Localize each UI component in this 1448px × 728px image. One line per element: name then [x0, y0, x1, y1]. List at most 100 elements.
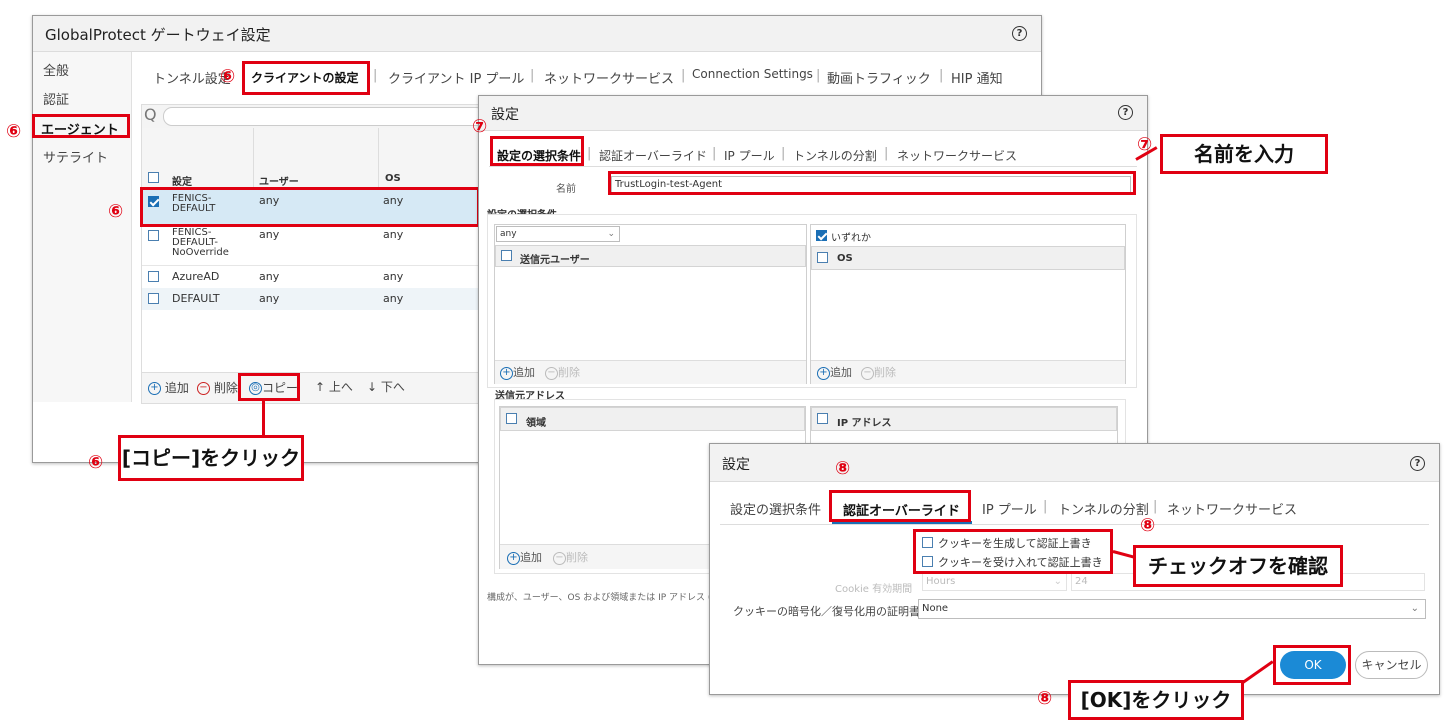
row-user: any	[259, 228, 280, 241]
tab-hip-notification[interactable]: HIP 通知	[951, 68, 1003, 87]
row-name: DEFAULT	[172, 292, 220, 305]
dialog-header: 設定 ?	[710, 444, 1439, 482]
os-header	[811, 246, 1125, 270]
col-divider	[378, 128, 379, 188]
tab-connection-settings[interactable]: Connection Settings	[692, 67, 813, 81]
highlight-selected-row	[140, 187, 480, 227]
tab-selection-criteria[interactable]: 設定の選択条件	[730, 499, 821, 518]
add-label: 追加	[164, 381, 189, 395]
dialog-title: 設定	[491, 107, 519, 123]
user-dropdown[interactable]: any ⌄	[496, 226, 620, 242]
tab-ip-pool[interactable]: IP プール	[724, 147, 775, 164]
add-button[interactable]: + 追加	[148, 379, 189, 396]
add-region-button[interactable]: + 追加	[507, 549, 542, 565]
dialog-header: 設定 ?	[479, 96, 1147, 131]
tab-network-services[interactable]: ネットワークサービス	[1167, 499, 1297, 518]
add-icon: +	[507, 551, 520, 565]
delete-region-button: − 削除	[553, 549, 588, 565]
sidebar-item-satellite[interactable]: サテライト	[43, 147, 108, 166]
row-checkbox[interactable]	[148, 230, 159, 241]
cert-dropdown-value: None	[922, 603, 949, 614]
user-dropdown-value: any	[500, 229, 517, 239]
add-label: 追加	[830, 366, 852, 379]
add-label: 追加	[513, 366, 535, 379]
source-user-checkbox[interactable]	[501, 250, 512, 261]
delete-button[interactable]: − 削除	[197, 379, 238, 396]
search-input[interactable]	[163, 107, 485, 126]
step-number: ⑥	[6, 121, 22, 142]
add-icon: +	[817, 366, 830, 380]
tab-ip-pool[interactable]: IP プール	[982, 499, 1037, 518]
tab-client-ip-pool[interactable]: クライアント IP プール	[388, 68, 524, 87]
os-col: OS	[837, 253, 853, 264]
chevron-down-icon: ⌄	[1410, 603, 1419, 614]
add-icon: +	[148, 382, 161, 395]
sidebar-item-auth[interactable]: 認証	[43, 89, 69, 108]
ip-checkbox[interactable]	[817, 413, 828, 424]
delete-icon: −	[545, 366, 558, 380]
select-all-checkbox[interactable]	[148, 172, 159, 183]
help-icon[interactable]: ?	[1410, 456, 1425, 471]
callout-copy-click: [コピー]をクリック	[118, 435, 304, 481]
highlight-selection-tab	[490, 136, 584, 166]
tab-auth-override[interactable]: 認証オーバーライド	[599, 147, 707, 164]
row-checkbox[interactable]	[148, 271, 159, 282]
highlight-ok-button	[1273, 645, 1351, 685]
any-checkbox[interactable]	[816, 230, 827, 241]
delete-label: 削除	[558, 366, 580, 379]
ip-col: IP アドレス	[837, 418, 892, 429]
add-user-button[interactable]: + 追加	[500, 364, 535, 380]
delete-user-button: − 削除	[545, 364, 580, 380]
source-user-footer	[495, 360, 806, 384]
tab-network-services[interactable]: ネットワークサービス	[897, 147, 1017, 164]
table-footer	[142, 372, 482, 403]
os-footer	[811, 360, 1125, 384]
highlight-copy-button	[238, 373, 300, 401]
move-up-button[interactable]: ↑ 上へ	[315, 378, 353, 395]
move-down-button[interactable]: ↓ 下へ	[367, 378, 405, 395]
callout-ok-click: [OK]をクリック	[1068, 680, 1244, 720]
source-user-col: 送信元ユーザー	[520, 255, 590, 266]
move-down-label: 下へ	[380, 380, 405, 394]
row-checkbox[interactable]	[148, 293, 159, 304]
add-icon: +	[500, 366, 513, 380]
sidebar-item-general[interactable]: 全般	[43, 60, 69, 79]
row-user: any	[259, 292, 280, 305]
step-number: ⑦	[472, 116, 488, 137]
cookie-lifetime-label: Cookie 有効期間	[835, 584, 913, 595]
col-header-os: OS	[385, 173, 401, 184]
tab-separator: |	[816, 68, 821, 83]
tab-separator: |	[587, 146, 592, 161]
step-number: ⑧	[835, 458, 851, 479]
tab-network-services[interactable]: ネットワークサービス	[544, 68, 674, 87]
tab-underline	[489, 166, 1137, 167]
delete-label: 削除	[566, 551, 588, 564]
tab-separator: |	[1043, 499, 1048, 514]
highlight-cookie-checkboxes	[913, 529, 1113, 574]
cookie-lifetime-unit: Hours ⌄	[922, 573, 1067, 591]
cert-dropdown[interactable]: None ⌄	[918, 599, 1426, 619]
row-name: AzureAD	[172, 270, 220, 283]
highlight-auth-override-tab	[829, 490, 971, 522]
os-checkbox[interactable]	[817, 252, 828, 263]
delete-icon: −	[197, 382, 210, 395]
tab-video-traffic[interactable]: 動画トラフィック	[827, 68, 931, 87]
tab-separator: |	[1153, 499, 1158, 514]
help-icon[interactable]: ?	[1012, 26, 1027, 41]
name-label: 名前	[556, 184, 576, 195]
search-icon[interactable]: Q	[144, 105, 157, 124]
cancel-button[interactable]: キャンセル	[1355, 651, 1428, 679]
col-divider	[253, 128, 254, 188]
callout-check-off: チェックオフを確認	[1133, 545, 1343, 587]
tab-split-tunnel[interactable]: トンネルの分割	[1058, 499, 1149, 518]
region-checkbox[interactable]	[506, 413, 517, 424]
tab-split-tunnel[interactable]: トンネルの分割	[793, 147, 877, 164]
delete-icon: −	[553, 551, 566, 565]
highlight-name-field	[608, 171, 1136, 195]
row-os: any	[383, 228, 404, 241]
callout-line	[262, 400, 265, 436]
help-icon[interactable]: ?	[1118, 105, 1133, 120]
add-os-button[interactable]: + 追加	[817, 364, 852, 380]
row-os: any	[383, 270, 404, 283]
step-number: ⑥	[88, 452, 104, 473]
